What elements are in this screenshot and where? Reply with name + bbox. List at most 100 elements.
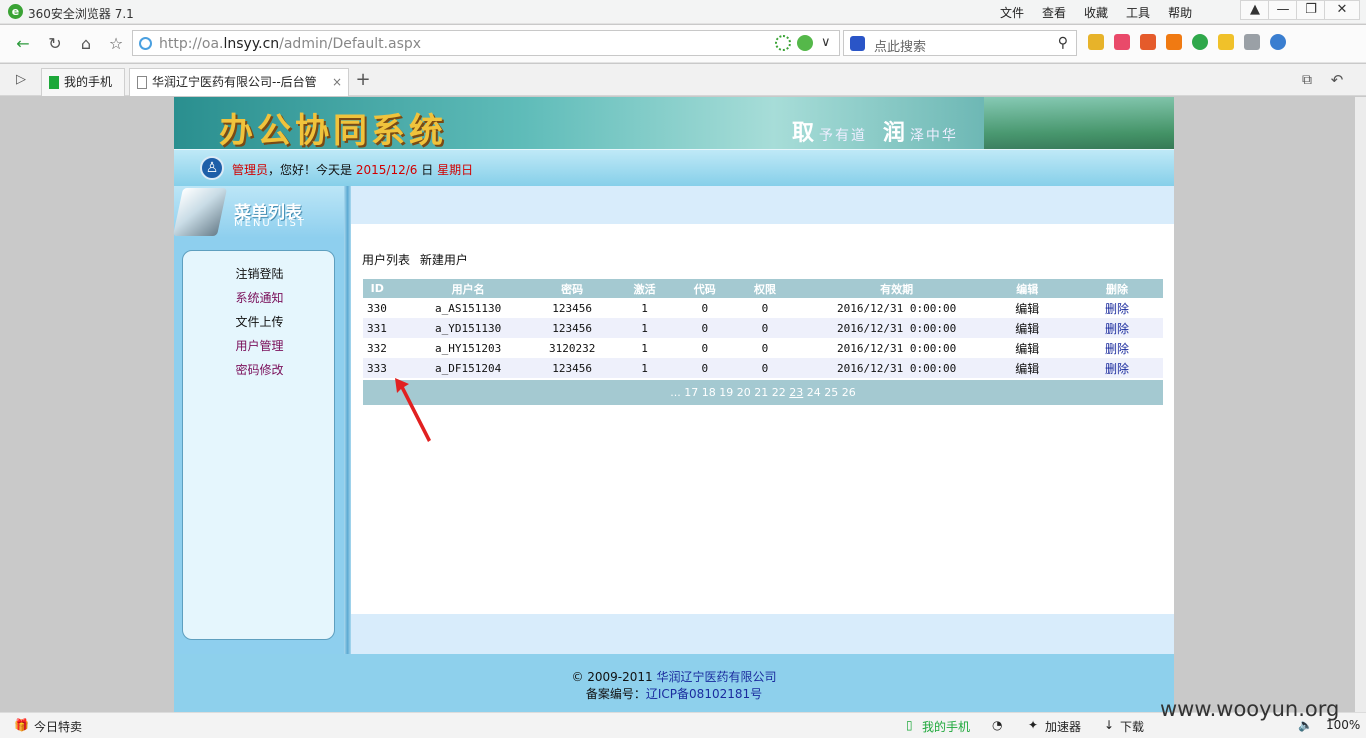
pen-icon	[172, 188, 228, 236]
menu-tools[interactable]: 工具	[1126, 4, 1150, 21]
page-link[interactable]: 22	[772, 386, 786, 399]
page-link[interactable]: 17	[684, 386, 698, 399]
cell-code: 0	[689, 358, 721, 378]
game-icon[interactable]	[1218, 34, 1234, 50]
table-row: 330 a_AS151130 123456 1 0 0 2016/12/31 0…	[363, 298, 1163, 318]
tab-admin[interactable]: 华润辽宁医药有限公司--后台管 ×	[129, 68, 349, 96]
screenshot-icon[interactable]	[1244, 34, 1260, 50]
cell-active: 1	[599, 318, 690, 338]
address-toolbar: ← ↻ ⌂ ☆ http://oa.lnsyy.cn/admin/Default…	[0, 25, 1366, 63]
menu-file[interactable]: 文件	[1000, 4, 1024, 21]
zoom-icon[interactable]	[1270, 34, 1286, 50]
money-icon[interactable]	[1192, 34, 1208, 50]
sidebar-item-password[interactable]: 密码修改	[183, 361, 336, 378]
col-permission: 权限	[720, 279, 810, 298]
user-list-link[interactable]: 用户列表	[362, 253, 410, 267]
extension-icon[interactable]	[1114, 34, 1130, 50]
search-input[interactable]: 点此搜索	[874, 36, 926, 55]
icp-link[interactable]: 辽ICP备08102181号	[646, 687, 762, 701]
my-phone-status[interactable]: 我的手机	[922, 718, 970, 735]
delete-link[interactable]: 删除	[1071, 338, 1163, 358]
page-link[interactable]: 24	[807, 386, 821, 399]
download-icon[interactable]: ↓	[1104, 718, 1114, 732]
search-box[interactable]: 点此搜索 ⚲	[843, 30, 1077, 56]
delete-link[interactable]: 删除	[1071, 298, 1163, 318]
accelerator-button[interactable]: 加速器	[1045, 718, 1081, 735]
phone-status-icon[interactable]: ▯	[906, 718, 913, 732]
site-footer: © 2009-2011 华润辽宁医药有限公司 备案编号：辽ICP备0810218…	[174, 654, 1174, 712]
plane-icon[interactable]	[1166, 34, 1182, 50]
url-bar[interactable]: http://oa.lnsyy.cn/admin/Default.aspx ∨	[132, 30, 840, 56]
sidebar-item-users[interactable]: 用户管理	[183, 337, 336, 354]
favorite-star-icon[interactable]: ☆	[105, 33, 127, 55]
new-user-link[interactable]: 新建用户	[420, 253, 468, 267]
page-link[interactable]: 21	[754, 386, 768, 399]
compat-icon[interactable]	[797, 35, 813, 51]
daily-deals-link[interactable]: 今日特卖	[34, 718, 82, 735]
refresh-button[interactable]: ↻	[44, 33, 66, 55]
speed-icon[interactable]: ◔	[992, 718, 1002, 732]
chevron-down-icon[interactable]: ∨	[821, 35, 837, 51]
cell-id: 333	[363, 358, 392, 378]
cell-username: a_DF151204	[391, 358, 545, 378]
pager-ellipsis[interactable]: ...	[670, 386, 681, 399]
page-link[interactable]: 25	[824, 386, 838, 399]
sidebar-item-upload[interactable]: 文件上传	[183, 313, 336, 330]
company-link[interactable]: 华润辽宁医药有限公司	[657, 670, 777, 684]
url-text[interactable]: http://oa.lnsyy.cn/admin/Default.aspx	[159, 36, 421, 52]
content-bottom-band	[351, 614, 1174, 654]
tab-my-phone[interactable]: 我的手机	[41, 68, 125, 96]
table-row: 333 a_DF151204 123456 1 0 0 2016/12/31 0…	[363, 358, 1163, 378]
col-expiry: 有效期	[809, 279, 984, 298]
accelerator-icon[interactable]: ✦	[1028, 718, 1038, 732]
delete-link[interactable]: 删除	[1071, 358, 1163, 378]
search-icon[interactable]: ⚲	[1058, 35, 1068, 51]
close-tab-icon[interactable]: ×	[332, 69, 342, 95]
page-link[interactable]: 20	[737, 386, 751, 399]
sidebar: 菜单列表 MENU LIST 注销登陆 系统通知 文件上传 用户管理 密码修改	[172, 186, 344, 654]
main-content: 用户列表 新建用户 ID 用户名 密码 激活 代码 权限 有效期 编辑 删除 3…	[351, 186, 1174, 654]
restore-tabs-icon[interactable]: ⧉	[1296, 69, 1318, 91]
cell-active: 1	[641, 301, 648, 315]
apps-icon[interactable]	[1088, 34, 1104, 50]
current-page: 23	[789, 386, 804, 399]
menu-help[interactable]: 帮助	[1168, 4, 1192, 21]
cell-code: 0	[701, 341, 709, 355]
minimize-button[interactable]: —	[1268, 0, 1298, 20]
edit-link[interactable]: 编辑	[983, 318, 1072, 338]
edit-link[interactable]: 编辑	[983, 338, 1071, 358]
home-button[interactable]: ⌂	[75, 33, 97, 55]
page-link[interactable]: 18	[702, 386, 716, 399]
calendar-icon[interactable]	[1140, 34, 1156, 50]
sidebar-toggle-icon[interactable]: ▷	[10, 69, 32, 91]
download-button[interactable]: 下载	[1120, 718, 1144, 735]
maximize-button[interactable]: ❐	[1296, 0, 1326, 20]
cell-username: a_HY151203	[434, 341, 502, 355]
icp-line: 备案编号：辽ICP备08102181号	[585, 687, 763, 701]
back-button[interactable]: ←	[12, 33, 34, 55]
delete-link[interactable]: 删除	[1071, 318, 1163, 338]
table-row: 331 a_YD151130 123456 1 0 0 2016/12/31 0…	[363, 318, 1163, 338]
secure-icon[interactable]	[775, 35, 791, 51]
copyright-line: © 2009-2011 华润辽宁医药有限公司	[571, 670, 777, 684]
sidebar-item-logout[interactable]: 注销登陆	[183, 265, 336, 282]
gift-icon[interactable]: 🎁	[14, 718, 29, 732]
col-delete: 删除	[1071, 279, 1163, 298]
system-name: 办公协同系统	[219, 111, 447, 151]
menu-view[interactable]: 查看	[1042, 4, 1066, 21]
edit-link[interactable]: 编辑	[983, 298, 1071, 318]
new-tab-button[interactable]: +	[352, 69, 374, 91]
cell-permission: 0	[761, 341, 769, 355]
baidu-paw-icon[interactable]	[850, 36, 865, 51]
edit-link[interactable]: 编辑	[983, 358, 1072, 378]
cell-id: 331	[363, 318, 392, 338]
page-link[interactable]: 19	[719, 386, 733, 399]
sidebar-item-notice[interactable]: 系统通知	[183, 289, 336, 306]
skin-icon[interactable]: ▲	[1240, 0, 1270, 20]
page-scrollbar[interactable]	[1355, 97, 1366, 712]
close-button[interactable]: ✕	[1324, 0, 1360, 20]
menu-favorites[interactable]: 收藏	[1084, 4, 1108, 21]
page-link[interactable]: 26	[842, 386, 856, 399]
cell-password: 123456	[544, 358, 600, 378]
undo-close-icon[interactable]: ↶	[1326, 69, 1348, 91]
